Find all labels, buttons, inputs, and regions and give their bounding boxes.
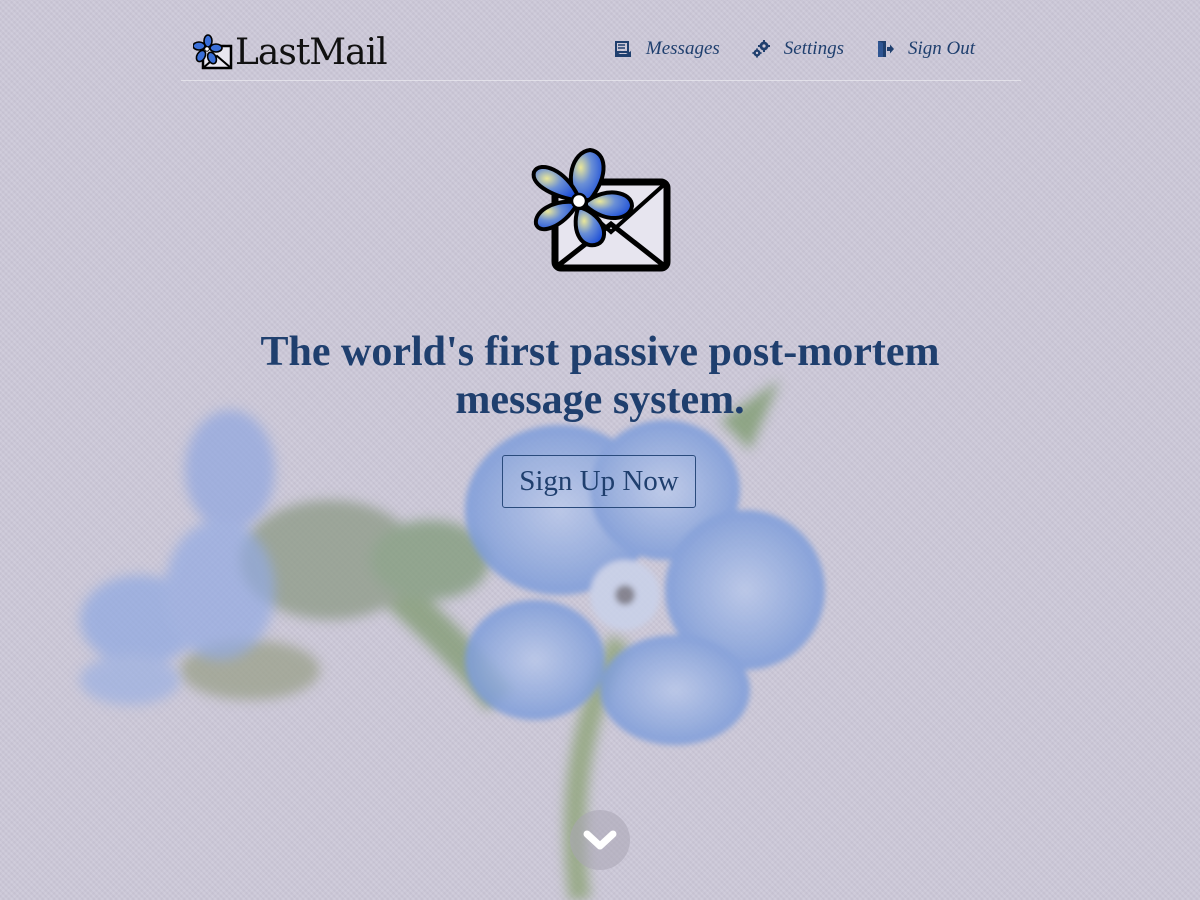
background-flower-image — [80, 380, 825, 900]
scroll-down-button[interactable] — [570, 810, 630, 870]
hero-headline-line2: message system. — [455, 377, 745, 423]
flower-envelope-icon — [193, 34, 233, 70]
sign-out-icon — [877, 41, 894, 57]
main-nav: Messages Settings Sign Out — [582, 38, 975, 60]
nav-settings[interactable]: Settings — [752, 38, 844, 60]
hero-headline-line1: The world's first passive post-mortem — [260, 329, 940, 375]
chevron-down-icon — [583, 830, 617, 850]
hero-headline: The world's first passive post-mortem me… — [180, 328, 1020, 424]
nav-sign-out[interactable]: Sign Out — [876, 38, 975, 60]
messages-icon — [614, 41, 631, 57]
flower-envelope-icon — [531, 147, 671, 272]
gears-icon — [752, 40, 770, 58]
top-navbar: LastMail Messages Settings Sign Out — [181, 28, 1021, 81]
background-texture — [0, 0, 1200, 900]
nav-settings-label: Settings — [783, 38, 844, 59]
nav-sign-out-label: Sign Out — [907, 38, 975, 59]
nav-messages[interactable]: Messages — [614, 38, 720, 60]
sign-up-button[interactable]: Sign Up Now — [502, 455, 696, 508]
nav-messages-label: Messages — [645, 38, 720, 59]
brand-link[interactable]: LastMail — [193, 32, 388, 74]
brand-name: LastMail — [235, 32, 388, 73]
